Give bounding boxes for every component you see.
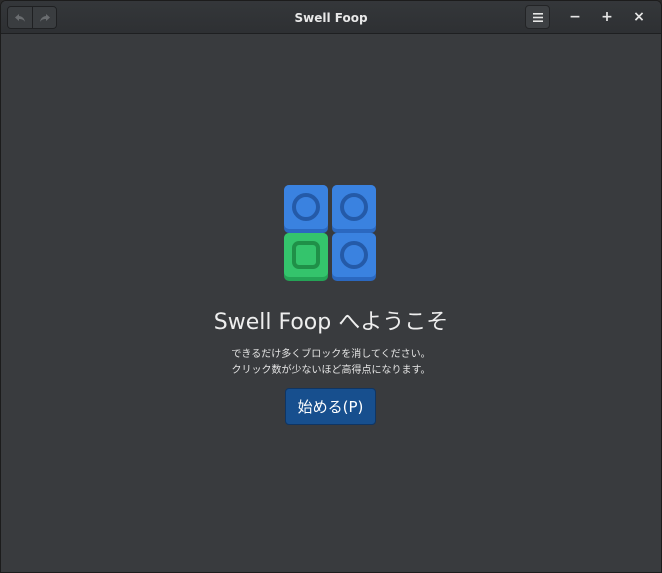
game-window: Swell Foop − + × Swell Foop へようこそ できるだけ多… bbox=[0, 0, 662, 573]
redo-arrow-icon bbox=[39, 13, 50, 22]
window-title: Swell Foop bbox=[294, 10, 368, 25]
welcome-screen: Swell Foop へようこそ できるだけ多くブロックを消してください。 クリ… bbox=[1, 34, 661, 572]
undo-arrow-icon bbox=[15, 13, 25, 22]
welcome-heading: Swell Foop へようこそ bbox=[213, 310, 449, 335]
hamburger-menu-icon bbox=[532, 12, 543, 22]
titlebar: Swell Foop − + × bbox=[1, 1, 661, 34]
undo-button[interactable] bbox=[8, 7, 32, 28]
description-line-2: クリック数が少ないほど高得点になります。 bbox=[231, 365, 431, 376]
start-game-button[interactable]: 始める(P) bbox=[285, 388, 376, 425]
redo-button[interactable] bbox=[32, 7, 56, 28]
close-button[interactable]: × bbox=[629, 7, 649, 27]
description-line-1: できるだけ多くブロックを消してください。 bbox=[231, 349, 431, 360]
undo-redo-group bbox=[7, 6, 57, 29]
maximize-button[interactable]: + bbox=[597, 7, 617, 27]
swell-foop-logo-icon bbox=[284, 185, 376, 281]
minimize-button[interactable]: − bbox=[565, 7, 585, 27]
welcome-description: できるだけ多くブロックを消してください。 クリック数が少ないほど高得点になります… bbox=[1, 347, 661, 379]
menu-button[interactable] bbox=[525, 5, 550, 29]
